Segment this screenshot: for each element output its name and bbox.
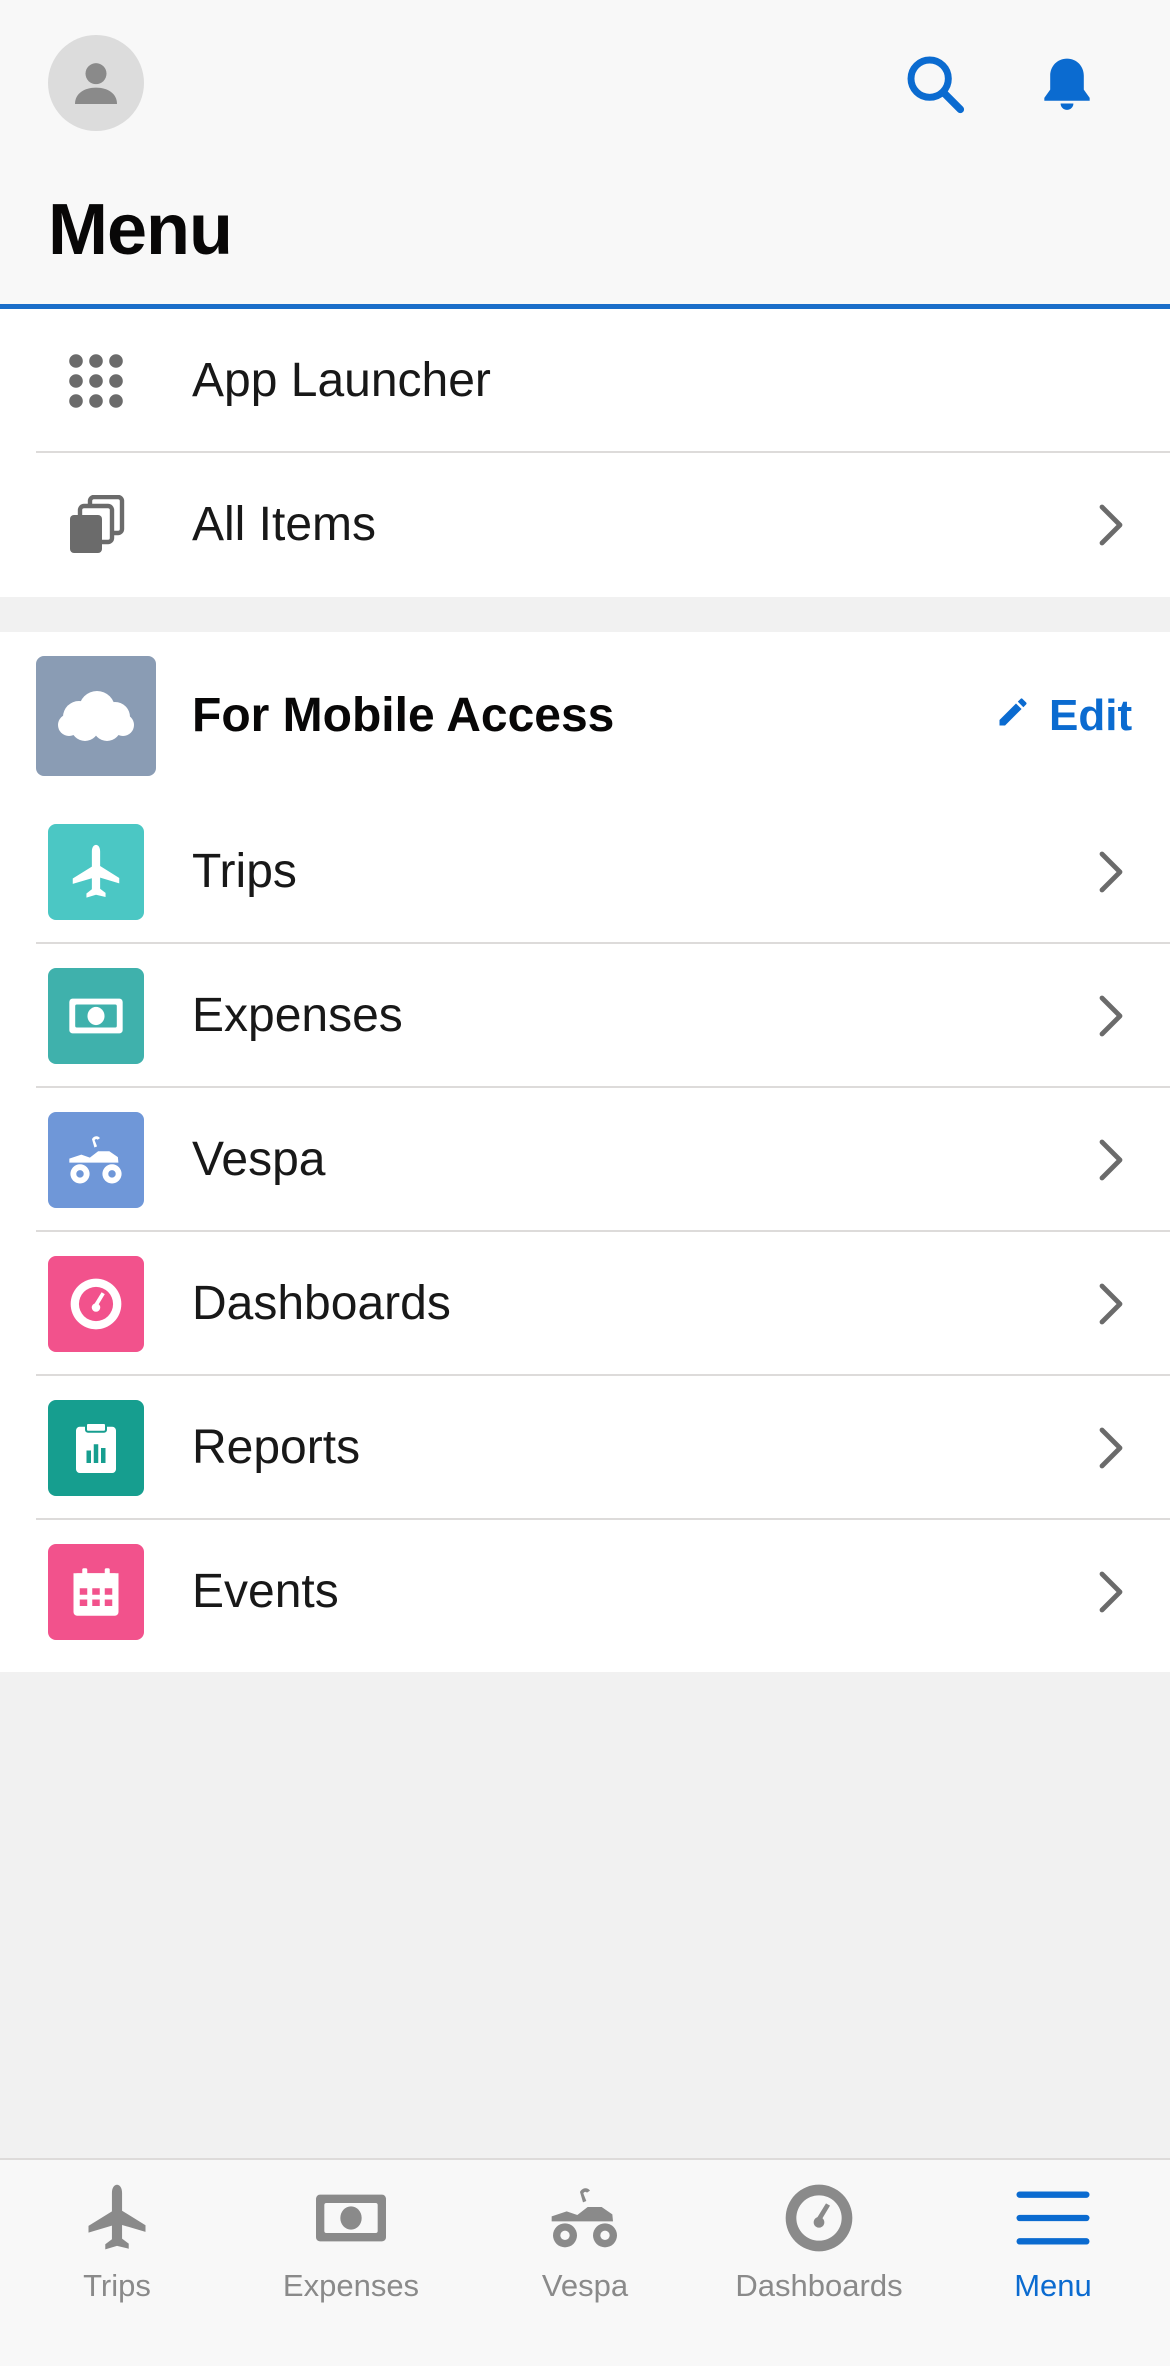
menu-item-dashboards[interactable]: Dashboards <box>0 1232 1170 1376</box>
app-launcher-grid-icon <box>48 333 144 429</box>
report-clipboard-icon <box>48 1400 144 1496</box>
gauge-icon <box>779 2178 859 2258</box>
menu-item-label: Vespa <box>192 1133 326 1186</box>
tab-label: Dashboards <box>735 2268 903 2303</box>
stacked-pages-icon <box>48 477 144 573</box>
menu-item-label: Dashboards <box>192 1277 451 1330</box>
chevron-right-icon <box>1090 990 1132 1042</box>
chevron-right-icon <box>1090 1422 1132 1474</box>
section-header: For Mobile Access Edit <box>0 632 1170 800</box>
calendar-icon <box>48 1544 144 1640</box>
menu-item-reports[interactable]: Reports <box>0 1376 1170 1520</box>
chevron-right-icon <box>1090 846 1132 898</box>
chevron-right-icon <box>1090 1278 1132 1330</box>
pencil-icon <box>995 691 1031 741</box>
bottom-tab-bar: Trips Expenses Vespa Dashboards Menu <box>0 2158 1170 2366</box>
tab-menu[interactable]: Menu <box>936 2160 1170 2366</box>
user-avatar-icon[interactable] <box>48 35 144 131</box>
header: Menu <box>0 0 1170 309</box>
chevron-right-icon <box>1090 1566 1132 1618</box>
money-icon <box>48 968 144 1064</box>
tab-label: Expenses <box>282 2268 420 2303</box>
bell-icon[interactable] <box>1027 44 1107 124</box>
page-title: Menu <box>48 190 233 270</box>
cloud-icon <box>36 656 156 776</box>
menu-item-trips[interactable]: Trips <box>0 800 1170 944</box>
tab-label: Trips <box>83 2268 151 2303</box>
menu-item-vespa[interactable]: Vespa <box>0 1088 1170 1232</box>
menu-item-expenses[interactable]: Expenses <box>0 944 1170 1088</box>
menu-item-label: All Items <box>192 498 377 551</box>
tab-dashboards[interactable]: Dashboards <box>702 2160 936 2366</box>
airplane-icon <box>77 2178 157 2258</box>
menu-page: Menu App Launcher All Items For Mobile A… <box>0 0 1170 2366</box>
atv-icon <box>48 1112 144 1208</box>
app-section-for-mobile-access: For Mobile Access Edit Trips Expenses Ve… <box>0 632 1170 1672</box>
menu-item-events[interactable]: Events <box>0 1520 1170 1664</box>
edit-label: Edit <box>1049 691 1133 740</box>
hamburger-menu-icon <box>1013 2178 1093 2258</box>
section-title: For Mobile Access <box>192 689 615 742</box>
atv-icon <box>545 2178 625 2258</box>
gauge-icon <box>48 1256 144 1352</box>
airplane-icon <box>48 824 144 920</box>
tab-vespa[interactable]: Vespa <box>468 2160 702 2366</box>
menu-item-label: Events <box>192 1565 339 1618</box>
edit-button[interactable]: Edit <box>995 686 1132 746</box>
menu-item-app-launcher[interactable]: App Launcher <box>0 309 1170 453</box>
money-icon <box>311 2178 391 2258</box>
search-icon[interactable] <box>895 44 975 124</box>
menu-item-label: Expenses <box>192 989 403 1042</box>
menu-item-label: Trips <box>192 845 297 898</box>
menu-item-label: Reports <box>192 1421 361 1474</box>
tab-label: Vespa <box>541 2268 629 2303</box>
chevron-right-icon <box>1090 1134 1132 1186</box>
tab-label: Menu <box>1014 2268 1092 2303</box>
menu-item-label: App Launcher <box>192 354 491 407</box>
chevron-right-icon <box>1090 499 1132 551</box>
menu-item-all-items[interactable]: All Items <box>0 453 1170 597</box>
tab-expenses[interactable]: Expenses <box>234 2160 468 2366</box>
tab-trips[interactable]: Trips <box>0 2160 234 2366</box>
